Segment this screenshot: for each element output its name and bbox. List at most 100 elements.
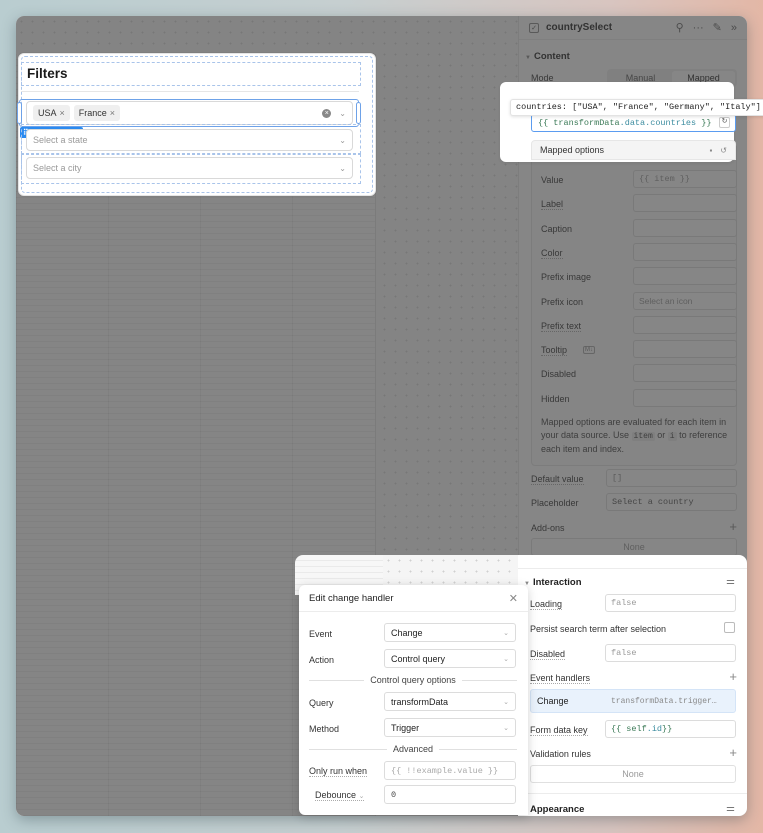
loading-label: Loading xyxy=(530,599,563,610)
disabled-label: Disabled xyxy=(530,649,566,660)
mapped-field-label: Label xyxy=(541,199,564,211)
sliders-icon[interactable]: ⚌ xyxy=(726,576,735,587)
mapped-field-input[interactable] xyxy=(633,388,737,407)
more-icon[interactable]: ··· xyxy=(693,22,704,34)
mapped-field-label: Hidden xyxy=(541,393,570,404)
mapped-field-input[interactable]: {{ item }} xyxy=(633,170,737,188)
edit-change-handler-panel: Edit change handler ✕ Event Change ⌄ Acti… xyxy=(299,585,528,815)
persist-search-label: Persist search term after selection xyxy=(530,624,667,634)
chevron-down-icon: ⌄ xyxy=(358,793,365,800)
addons-label: Add-ons xyxy=(531,523,565,533)
control-query-options-divider: Control query options xyxy=(309,675,517,685)
tag-usa: USA × xyxy=(33,105,70,121)
data-preview-tooltip: countries: ["USA", "France", "Germany", … xyxy=(510,99,763,116)
query-label: Query xyxy=(309,698,334,708)
method-select[interactable]: Trigger ⌄ xyxy=(384,718,516,737)
mapped-field-label: Prefix text xyxy=(541,320,582,332)
debounce-input[interactable]: 0 xyxy=(384,785,516,804)
loading-input[interactable]: false xyxy=(605,594,736,612)
save-icon[interactable]: ▪ xyxy=(709,146,712,155)
mapped-options-header: Mapped options ▪ ↺ xyxy=(531,140,736,160)
mapped-field-label: Tooltip xyxy=(541,345,568,357)
data-source-input[interactable]: {{ transformData.data.countries }} ↻ xyxy=(531,114,736,132)
add-validation-rule-icon[interactable]: + xyxy=(729,745,737,760)
appearance-section-header[interactable]: Appearance xyxy=(530,804,584,815)
resize-handle-right[interactable] xyxy=(356,102,361,124)
mapped-field-label: Disabled xyxy=(541,369,577,380)
mapped-field-input[interactable] xyxy=(633,315,737,334)
persist-search-checkbox[interactable] xyxy=(724,622,735,633)
inspector-header: ✓ countrySelect ⚲ ··· ✎ » xyxy=(519,16,747,40)
handler-title: Edit change handler xyxy=(309,592,394,604)
filters-container[interactable]: Filters USA× France× × ⌄ ⠿ countrySelect… xyxy=(17,53,376,196)
debounce-dropdown[interactable]: Debounce ⌄ xyxy=(315,790,365,801)
clear-icon[interactable]: × xyxy=(322,108,332,118)
checkbox-component-icon: ✓ xyxy=(529,22,539,33)
mapped-field-input[interactable] xyxy=(633,218,737,237)
mapped-field-label: Prefix icon xyxy=(541,296,584,307)
mapped-field-label: Value xyxy=(541,175,564,185)
placeholder-label: Placeholder xyxy=(531,498,579,508)
filters-title: Filters xyxy=(27,66,68,81)
chevron-down-icon: ⌄ xyxy=(503,655,509,663)
mapped-field-label: Prefix image xyxy=(541,272,592,283)
refresh-icon[interactable]: ↻ xyxy=(719,117,730,128)
disabled-input[interactable]: false xyxy=(605,644,736,662)
mapped-field-input[interactable] xyxy=(633,267,737,286)
validation-rules-label: Validation rules xyxy=(530,749,591,759)
query-select[interactable]: transformData ⌄ xyxy=(384,692,516,711)
sliders-icon[interactable]: ⚌ xyxy=(726,803,735,814)
mapped-field-label: Caption xyxy=(541,223,573,234)
default-value-label: Default value xyxy=(531,474,584,485)
tag-france: France × xyxy=(73,105,121,121)
chevron-down-icon: ⌄ xyxy=(503,629,509,637)
method-label: Method xyxy=(309,724,340,734)
default-value-input[interactable]: [] xyxy=(606,469,737,487)
event-select[interactable]: Change ⌄ xyxy=(384,623,516,642)
addons-none: None xyxy=(531,538,737,556)
event-handlers-label: Event handlers xyxy=(530,673,591,684)
resize-handle-left[interactable] xyxy=(17,102,22,124)
mapped-field-input[interactable] xyxy=(633,242,737,261)
placeholder-input[interactable]: Select a country xyxy=(606,493,737,511)
mapped-options-hint: Mapped options are evaluated for each it… xyxy=(541,417,728,454)
chevron-down-icon: ⌄ xyxy=(503,724,509,732)
pin-icon[interactable]: ✎ xyxy=(713,21,722,34)
interaction-section-header[interactable]: ▼ Interaction xyxy=(524,577,582,588)
remove-tag-icon[interactable]: × xyxy=(110,108,115,118)
mapped-field-input[interactable] xyxy=(633,364,737,383)
advanced-divider: Advanced xyxy=(309,744,517,754)
form-data-key-label: Form data key xyxy=(530,725,588,736)
event-handler-row[interactable]: Change transformData.trigger… xyxy=(530,689,736,713)
add-event-handler-icon[interactable]: + xyxy=(729,669,737,684)
search-icon[interactable]: ⚲ xyxy=(676,21,684,34)
collapse-icon[interactable]: » xyxy=(731,22,737,34)
form-data-key-input[interactable]: {{ self .id }} xyxy=(605,720,736,738)
add-addon-icon[interactable]: + xyxy=(729,519,737,534)
content-section-header[interactable]: ▼ Content xyxy=(525,51,570,62)
country-select[interactable]: USA × France × × ⌄ xyxy=(26,101,353,125)
chevron-down-icon[interactable]: ⌄ xyxy=(339,136,346,145)
only-run-when-label: Only run when xyxy=(309,766,368,777)
mapped-field-input[interactable]: Select an icon xyxy=(633,291,737,310)
mapped-field-input[interactable] xyxy=(633,340,737,359)
remove-tag-icon[interactable]: × xyxy=(60,108,65,118)
action-select[interactable]: Control query ⌄ xyxy=(384,649,516,668)
markdown-badge: M↓ xyxy=(583,346,595,355)
only-run-when-input[interactable]: {{ !!example.value }} xyxy=(384,761,516,780)
mapped-field-label: Color xyxy=(541,247,563,259)
interaction-panel: ▼ Interaction ⚌ Loading false Persist sea… xyxy=(518,555,747,816)
chevron-down-icon[interactable]: ⌄ xyxy=(339,109,346,118)
validation-none: None xyxy=(530,765,736,783)
state-select[interactable]: Select a state ⌄ xyxy=(26,129,353,151)
chevron-down-icon[interactable]: ⌄ xyxy=(339,164,346,173)
event-label: Event xyxy=(309,629,333,639)
mapped-field-input[interactable] xyxy=(633,194,737,213)
close-icon[interactable]: ✕ xyxy=(509,592,518,605)
city-select[interactable]: Select a city ⌄ xyxy=(26,157,353,179)
component-name[interactable]: countrySelect xyxy=(546,22,612,33)
chevron-down-icon: ⌄ xyxy=(503,698,509,706)
action-label: Action xyxy=(309,655,335,665)
reset-icon[interactable]: ↺ xyxy=(720,146,727,155)
caret-down-icon: ▼ xyxy=(525,55,531,61)
